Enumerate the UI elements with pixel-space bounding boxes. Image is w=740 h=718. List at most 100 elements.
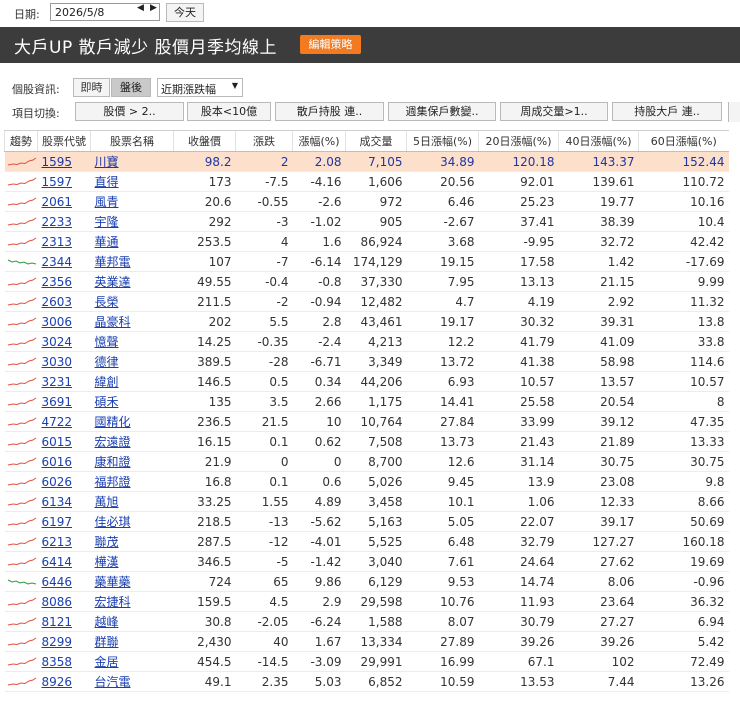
table-row[interactable]: 8358 金居 454.5 -14.5 -3.09 29,991 16.99 67.1 102 7… xyxy=(4,651,729,672)
cell-code[interactable]: 6446 xyxy=(37,571,91,592)
realtime-toggle[interactable]: 即時 xyxy=(73,78,110,97)
stock-name-link[interactable]: 聯茂 xyxy=(95,535,119,549)
cell-code[interactable]: 3024 xyxy=(37,331,91,352)
cell-code[interactable]: 2603 xyxy=(37,291,91,312)
table-row[interactable]: 3024 憶聲 14.25 -0.35 -2.4 4,213 12.2 41.79 41.09 3… xyxy=(4,331,729,352)
cell-name[interactable]: 越峰 xyxy=(90,611,174,632)
cell-code[interactable]: 6026 xyxy=(37,471,91,492)
header-60d[interactable]: 60日漲幅(%) xyxy=(638,130,729,152)
table-row[interactable]: 2313 華通 253.5 4 1.6 86,924 3.68 -9.95 32.72 42.42 xyxy=(4,231,729,252)
stock-code-link[interactable]: 2356 xyxy=(42,275,73,289)
table-row[interactable]: 6016 康和證 21.9 0 0 8,700 12.6 31.14 30.75 30.75 xyxy=(4,451,729,472)
table-row[interactable]: 6015 宏遠證 16.15 0.1 0.62 7,508 13.73 21.43 21.89 1… xyxy=(4,431,729,452)
cell-name[interactable]: 憶聲 xyxy=(90,331,174,352)
stock-name-link[interactable]: 直得 xyxy=(95,175,119,189)
stock-name-link[interactable]: 樺漢 xyxy=(95,555,119,569)
stock-code-link[interactable]: 2313 xyxy=(42,235,73,249)
cell-code[interactable]: 2356 xyxy=(37,271,91,292)
stock-code-link[interactable]: 6026 xyxy=(42,475,73,489)
stock-code-link[interactable]: 1595 xyxy=(42,155,73,169)
cell-code[interactable]: 2233 xyxy=(37,211,91,232)
stock-code-link[interactable]: 8299 xyxy=(42,635,73,649)
header-name[interactable]: 股票名稱 xyxy=(90,130,174,152)
switch-button-1[interactable]: 股價 > 2.. xyxy=(75,102,184,121)
table-row[interactable]: 8299 群聯 2,430 40 1.67 13,334 27.89 39.26 39.26 5.… xyxy=(4,631,729,652)
stock-code-link[interactable]: 6414 xyxy=(42,555,73,569)
cell-name[interactable]: 英業達 xyxy=(90,271,174,292)
header-close[interactable]: 收盤價 xyxy=(173,130,236,152)
cell-name[interactable]: 福邦證 xyxy=(90,471,174,492)
header-volume[interactable]: 成交量 xyxy=(345,130,407,152)
cell-name[interactable]: 川寶 xyxy=(90,151,174,172)
cell-name[interactable]: 直得 xyxy=(90,171,174,192)
table-row[interactable]: 8121 越峰 30.8 -2.05 -6.24 1,588 8.07 30.79 27.27 6… xyxy=(4,611,729,632)
table-row[interactable]: 8926 台汽電 49.1 2.35 5.03 6,852 10.59 13.53 7.44 13… xyxy=(4,671,729,692)
cell-name[interactable]: 金居 xyxy=(90,651,174,672)
table-row[interactable]: 3030 德律 389.5 -28 -6.71 3,349 13.72 41.38 58.98 1… xyxy=(4,351,729,372)
cell-name[interactable]: 康和證 xyxy=(90,451,174,472)
stock-name-link[interactable]: 萬旭 xyxy=(95,495,119,509)
stock-name-link[interactable]: 英業達 xyxy=(95,275,131,289)
stock-code-link[interactable]: 6213 xyxy=(42,535,73,549)
stock-code-link[interactable]: 2061 xyxy=(42,195,73,209)
cell-name[interactable]: 群聯 xyxy=(90,631,174,652)
cell-code[interactable]: 2061 xyxy=(37,191,91,212)
next-date-icon[interactable]: ▶ xyxy=(150,3,157,13)
cell-name[interactable]: 碩禾 xyxy=(90,391,174,412)
cell-name[interactable]: 長榮 xyxy=(90,291,174,312)
stock-code-link[interactable]: 8086 xyxy=(42,595,73,609)
cell-code[interactable]: 2313 xyxy=(37,231,91,252)
stock-name-link[interactable]: 金居 xyxy=(95,655,119,669)
cell-name[interactable]: 緯創 xyxy=(90,371,174,392)
stock-name-link[interactable]: 風青 xyxy=(95,195,119,209)
after-hours-toggle[interactable]: 盤後 xyxy=(111,78,151,97)
cell-name[interactable]: 華通 xyxy=(90,231,174,252)
stock-code-link[interactable]: 8121 xyxy=(42,615,73,629)
table-row[interactable]: 6213 聯茂 287.5 -12 -4.01 5,525 6.48 32.79 127.27 1… xyxy=(4,531,729,552)
header-40d[interactable]: 40日漲幅(%) xyxy=(558,130,639,152)
cell-code[interactable]: 2344 xyxy=(37,251,91,272)
stock-name-link[interactable]: 藥華藥 xyxy=(95,575,131,589)
table-row[interactable]: 4722 國精化 236.5 21.5 10 10,764 27.84 33.99 39.12 4… xyxy=(4,411,729,432)
stock-code-link[interactable]: 6446 xyxy=(42,575,73,589)
table-row[interactable]: 6134 萬旭 33.25 1.55 4.89 3,458 10.1 1.06 12.33 8.6… xyxy=(4,491,729,512)
header-20d[interactable]: 20日漲幅(%) xyxy=(478,130,559,152)
cell-code[interactable]: 6015 xyxy=(37,431,91,452)
header-trend[interactable]: 趨勢 xyxy=(4,130,38,152)
cell-name[interactable]: 佳必琪 xyxy=(90,511,174,532)
cell-name[interactable]: 晶豪科 xyxy=(90,311,174,332)
table-row[interactable]: 6446 藥華藥 724 65 9.86 6,129 9.53 14.74 8.06 -0.96 xyxy=(4,571,729,592)
switch-button-5[interactable]: 周成交量>1.. xyxy=(500,102,608,121)
stock-name-link[interactable]: 越峰 xyxy=(95,615,119,629)
stock-name-link[interactable]: 憶聲 xyxy=(95,335,119,349)
stock-name-link[interactable]: 碩禾 xyxy=(95,395,119,409)
cell-code[interactable]: 3691 xyxy=(37,391,91,412)
stock-code-link[interactable]: 8926 xyxy=(42,675,73,689)
cell-name[interactable]: 德律 xyxy=(90,351,174,372)
today-button[interactable]: 今天 xyxy=(166,3,204,22)
cell-code[interactable]: 8358 xyxy=(37,651,91,672)
table-row[interactable]: 2356 英業達 49.55 -0.4 -0.8 37,330 7.95 13.13 21.15… xyxy=(4,271,729,292)
stock-code-link[interactable]: 3231 xyxy=(42,375,73,389)
cell-name[interactable]: 聯茂 xyxy=(90,531,174,552)
stock-name-link[interactable]: 川寶 xyxy=(95,155,119,169)
stock-name-link[interactable]: 康和證 xyxy=(95,455,131,469)
switch-button-6[interactable]: 持股大戶 連.. xyxy=(612,102,722,121)
table-row[interactable]: 3231 緯創 146.5 0.5 0.34 44,206 6.93 10.57 13.57 10… xyxy=(4,371,729,392)
cell-name[interactable]: 台汽電 xyxy=(90,671,174,692)
cell-code[interactable]: 1595 xyxy=(37,151,91,172)
cell-code[interactable]: 3030 xyxy=(37,351,91,372)
cell-code[interactable]: 6414 xyxy=(37,551,91,572)
cell-code[interactable]: 6134 xyxy=(37,491,91,512)
cell-code[interactable]: 6016 xyxy=(37,451,91,472)
stock-name-link[interactable]: 長榮 xyxy=(95,295,119,309)
stock-name-link[interactable]: 宇隆 xyxy=(95,215,119,229)
cell-name[interactable]: 華邦電 xyxy=(90,251,174,272)
stock-name-link[interactable]: 宏捷科 xyxy=(95,595,131,609)
cell-code[interactable]: 8299 xyxy=(37,631,91,652)
stock-name-link[interactable]: 群聯 xyxy=(95,635,119,649)
table-row[interactable]: 6414 樺漢 346.5 -5 -1.42 3,040 7.61 24.64 27.62 19.… xyxy=(4,551,729,572)
table-row[interactable]: 2603 長榮 211.5 -2 -0.94 12,482 4.7 4.19 2.92 11.32 xyxy=(4,291,729,312)
stock-code-link[interactable]: 6197 xyxy=(42,515,73,529)
stock-name-link[interactable]: 德律 xyxy=(95,355,119,369)
